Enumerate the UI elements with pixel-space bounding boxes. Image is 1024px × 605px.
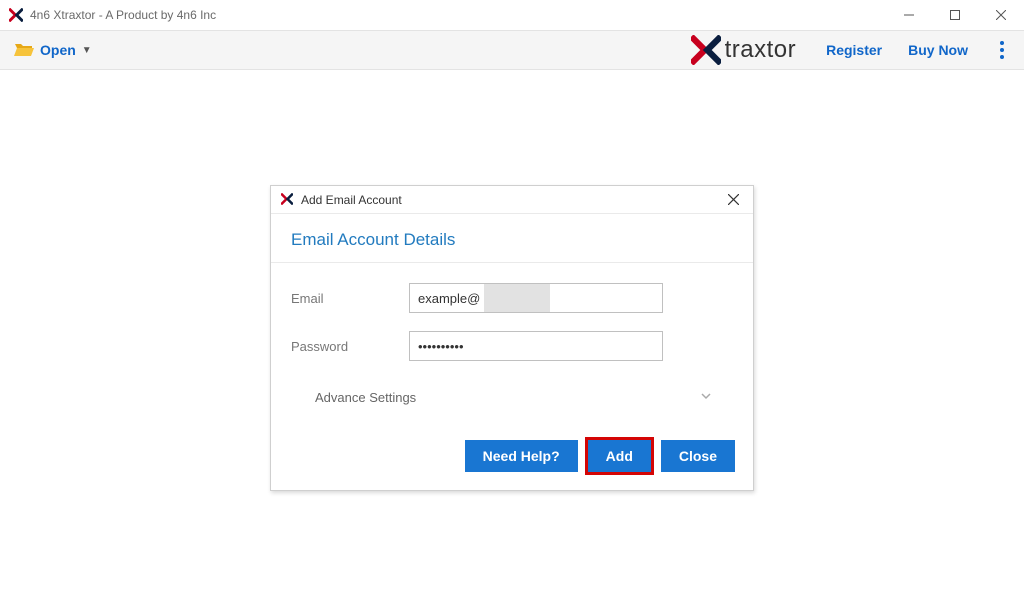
register-link[interactable]: Register [826, 42, 882, 58]
advance-settings-label: Advance Settings [291, 390, 416, 405]
dialog-close-button[interactable] [723, 190, 743, 210]
window-maximize-button[interactable] [932, 0, 978, 30]
brand-text: traxtor [725, 36, 797, 64]
window-title: 4n6 Xtraxtor - A Product by 4n6 Inc [30, 8, 216, 22]
need-help-button[interactable]: Need Help? [465, 440, 578, 472]
dialog-button-row: Need Help? Add Close [271, 430, 753, 490]
section-title: Email Account Details [271, 214, 753, 263]
advance-settings-toggle[interactable]: Advance Settings [291, 379, 733, 424]
add-email-account-dialog: Add Email Account Email Account Details … [270, 185, 754, 491]
folder-open-icon [14, 41, 34, 60]
app-logo-icon [8, 7, 24, 23]
chevron-down-icon [699, 389, 733, 406]
brand-logo: traxtor [691, 35, 797, 65]
open-label: Open [40, 42, 76, 58]
email-label: Email [291, 291, 409, 306]
buy-now-link[interactable]: Buy Now [908, 42, 968, 58]
more-menu-button[interactable] [994, 35, 1010, 65]
dialog-title: Add Email Account [301, 193, 402, 207]
form-area: Email Password Advance Settings [271, 263, 753, 430]
window-titlebar: 4n6 Xtraxtor - A Product by 4n6 Inc [0, 0, 1024, 30]
app-logo-icon [281, 193, 295, 207]
password-field[interactable] [409, 331, 663, 361]
caret-down-icon: ▼ [82, 45, 92, 56]
main-toolbar: Open ▼ traxtor Register Buy Now [0, 30, 1024, 70]
open-button[interactable]: Open ▼ [14, 41, 92, 60]
close-button[interactable]: Close [661, 440, 735, 472]
add-button[interactable]: Add [588, 440, 651, 472]
window-controls [886, 0, 1024, 30]
password-label: Password [291, 339, 409, 354]
window-minimize-button[interactable] [886, 0, 932, 30]
window-close-button[interactable] [978, 0, 1024, 30]
dialog-header: Add Email Account [271, 186, 753, 214]
brand-x-icon [691, 35, 721, 65]
email-field[interactable] [409, 283, 663, 313]
